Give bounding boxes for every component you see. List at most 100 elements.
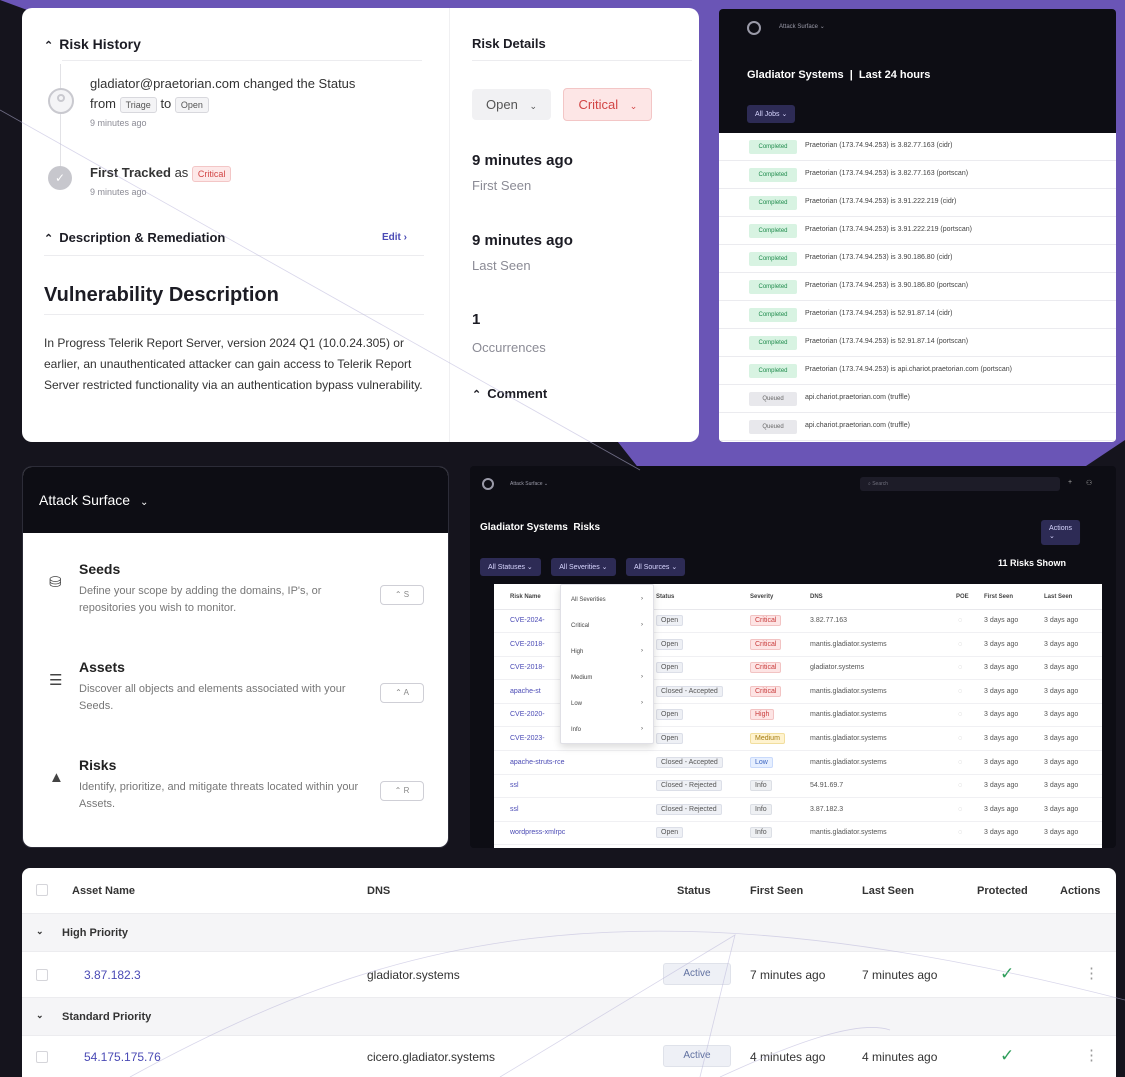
col-risk-name[interactable]: Risk Name bbox=[510, 594, 541, 600]
table-row[interactable]: ssl Closed - Rejected Info 3.87.182.3 ◌ 3 day… bbox=[494, 799, 1102, 822]
risk-name-link[interactable]: ssl bbox=[510, 782, 519, 789]
severity-dropdown[interactable]: Info bbox=[750, 803, 772, 815]
severity-dropdown[interactable]: Medium bbox=[750, 733, 785, 744]
status-dropdown[interactable]: Closed - Accepted bbox=[656, 685, 723, 697]
severity-dropdown[interactable]: Low bbox=[750, 756, 773, 768]
table-row[interactable]: ssl Closed - Rejected Info 54.91.69.7 ◌ 3 day… bbox=[494, 775, 1102, 799]
status-dropdown[interactable]: Open ⌄ bbox=[472, 89, 551, 120]
nav-item-risks[interactable]: ▲ Risks Identify, prioritize, and mitigate… bbox=[23, 755, 448, 835]
col-protected[interactable]: Protected bbox=[977, 885, 1028, 897]
severity-option[interactable]: Info › bbox=[561, 719, 653, 741]
col-status[interactable]: Status bbox=[677, 885, 711, 897]
col-poe[interactable]: POE bbox=[956, 594, 969, 600]
table-row[interactable]: Completed Praetorian (173.74.94.253) is 5… bbox=[719, 301, 1116, 329]
col-last-seen[interactable]: Last Seen bbox=[862, 885, 914, 897]
severity-dropdown[interactable]: High bbox=[750, 709, 775, 721]
table-row[interactable]: apache-struts-rce Closed - Accepted Low man… bbox=[494, 752, 1102, 775]
table-row[interactable]: Completed Praetorian (173.74.94.253) is 3… bbox=[719, 189, 1116, 217]
actions-button[interactable]: Actions ⌄ bbox=[1041, 520, 1080, 545]
group-row-high[interactable]: ⌄ High Priority bbox=[22, 914, 1116, 952]
search-input[interactable]: ⌕ Search bbox=[860, 477, 1060, 491]
table-row[interactable]: 3.87.182.3 gladiator.systems Active 7 mi… bbox=[22, 952, 1116, 998]
risk-name-link[interactable]: ssl bbox=[510, 806, 519, 813]
nav-item-seeds[interactable]: ⛁ Seeds Define your scope by adding the do… bbox=[23, 559, 448, 639]
col-actions[interactable]: Actions bbox=[1060, 885, 1100, 897]
col-dns[interactable]: DNS bbox=[367, 885, 390, 897]
nav-menu[interactable]: Attack Surface ⌄ bbox=[779, 23, 825, 30]
col-severity[interactable]: Severity bbox=[750, 594, 773, 600]
table-row[interactable]: Completed Praetorian (173.74.94.253) is 3… bbox=[719, 273, 1116, 301]
severity-dropdown[interactable]: Critical bbox=[750, 685, 782, 697]
severity-option[interactable]: All Severities › bbox=[561, 589, 653, 611]
status-dropdown[interactable]: Open bbox=[656, 615, 684, 626]
severity-dropdown[interactable]: Critical bbox=[750, 638, 782, 650]
logo-icon bbox=[482, 478, 494, 490]
status-dropdown[interactable]: Open bbox=[656, 733, 684, 744]
risk-name-link[interactable]: CVE-2018- bbox=[510, 641, 545, 648]
comment-header[interactable]: ⌃ Comment bbox=[472, 386, 547, 401]
severity-option[interactable]: Critical › bbox=[561, 615, 653, 637]
col-first-seen[interactable]: First Seen bbox=[750, 885, 803, 897]
kebab-menu-icon[interactable]: ⋮ bbox=[1084, 1046, 1099, 1064]
col-first-seen[interactable]: First Seen bbox=[984, 594, 1013, 600]
table-row[interactable]: Queued api.chariot.praetorian.com (truffl… bbox=[719, 413, 1116, 441]
col-dns[interactable]: DNS bbox=[810, 594, 823, 600]
severity-dropdown[interactable]: Critical bbox=[750, 662, 782, 674]
col-asset-name[interactable]: Asset Name bbox=[72, 885, 135, 897]
nav-item-assets[interactable]: ☰ Assets Discover all objects and elements… bbox=[23, 657, 448, 737]
severity-dropdown[interactable]: Critical bbox=[750, 615, 782, 626]
table-row[interactable]: Queued api.chariot.praetorian.com (truffl… bbox=[719, 385, 1116, 413]
status-dropdown[interactable]: Open bbox=[656, 638, 684, 650]
table-row[interactable]: 54.175.175.76 cicero.gladiator.systems A… bbox=[22, 1036, 1116, 1077]
risk-name-link[interactable]: apache-st bbox=[510, 688, 541, 695]
table-row[interactable]: Completed Praetorian (173.74.94.253) is 3… bbox=[719, 217, 1116, 245]
nav-menu[interactable]: Attack Surface ⌄ bbox=[510, 481, 548, 487]
edit-button[interactable]: Edit › bbox=[382, 232, 407, 243]
risk-name-link[interactable]: CVE-2024- bbox=[510, 617, 545, 624]
severity-dropdown[interactable]: Info bbox=[750, 780, 772, 792]
risk-history-header[interactable]: ⌃ Risk History bbox=[44, 36, 141, 52]
status-dropdown[interactable]: Open bbox=[656, 709, 684, 721]
description-header[interactable]: ⌃ Description & Remediation bbox=[44, 230, 225, 245]
risk-name-link[interactable]: wordpress-xmlrpc bbox=[510, 829, 565, 836]
attack-surface-header[interactable]: Attack Surface ⌄ bbox=[23, 467, 448, 533]
table-row[interactable]: Completed Praetorian (173.74.94.253) is 3… bbox=[719, 133, 1116, 161]
user-icon[interactable]: ⚇ bbox=[1086, 479, 1092, 487]
severity-option[interactable]: Low › bbox=[561, 693, 653, 715]
asset-link[interactable]: 54.175.175.76 bbox=[84, 1050, 161, 1064]
source-filter[interactable]: All Sources ⌄ bbox=[625, 558, 686, 576]
risk-name-link[interactable]: apache-struts-rce bbox=[510, 759, 564, 766]
severity-option[interactable]: Medium › bbox=[561, 667, 653, 689]
severity-pill-critical: Critical bbox=[191, 165, 232, 182]
status-dropdown[interactable]: Closed - Rejected bbox=[656, 780, 722, 792]
chevron-up-icon: ⌃ bbox=[44, 40, 54, 52]
table-row[interactable]: Completed Praetorian (173.74.94.253) is 3… bbox=[719, 245, 1116, 273]
risk-name-link[interactable]: CVE-2023- bbox=[510, 735, 545, 742]
table-row[interactable]: Completed Praetorian (173.74.94.253) is 3… bbox=[719, 161, 1116, 189]
status-dropdown[interactable]: Closed - Accepted bbox=[656, 756, 723, 768]
status-dropdown[interactable]: Open bbox=[656, 827, 684, 839]
severity-option[interactable]: High › bbox=[561, 641, 653, 663]
jobs-filter-button[interactable]: All Jobs ⌄ bbox=[747, 105, 796, 123]
risk-name-link[interactable]: CVE-2018- bbox=[510, 664, 545, 671]
col-status[interactable]: Status bbox=[656, 594, 674, 600]
table-row[interactable]: Completed Praetorian (173.74.94.253) is 5… bbox=[719, 329, 1116, 357]
col-last-seen[interactable]: Last Seen bbox=[1044, 594, 1072, 600]
severity-dropdown[interactable]: Info bbox=[750, 827, 772, 839]
vuln-body: In Progress Telerik Report Server, versi… bbox=[44, 336, 423, 392]
select-all-checkbox[interactable] bbox=[36, 884, 48, 896]
row-checkbox[interactable] bbox=[36, 969, 48, 981]
table-row[interactable]: Completed Praetorian (173.74.94.253) is a… bbox=[719, 357, 1116, 385]
status-dropdown[interactable]: Open bbox=[656, 662, 684, 674]
plus-icon[interactable]: + bbox=[1068, 479, 1072, 486]
kebab-menu-icon[interactable]: ⋮ bbox=[1084, 964, 1099, 982]
severity-dropdown[interactable]: Critical ⌄ bbox=[563, 88, 653, 121]
asset-link[interactable]: 3.87.182.3 bbox=[84, 968, 141, 982]
row-checkbox[interactable] bbox=[36, 1051, 48, 1063]
risk-name-link[interactable]: CVE-2020- bbox=[510, 711, 545, 718]
table-row[interactable]: wordpress-xmlrpc Open Info mantis.gladiator… bbox=[494, 822, 1102, 846]
status-dropdown[interactable]: Closed - Rejected bbox=[656, 803, 722, 815]
severity-filter[interactable]: All Severities ⌄ bbox=[551, 558, 616, 576]
group-row-standard[interactable]: ⌄ Standard Priority bbox=[22, 998, 1116, 1036]
status-filter[interactable]: All Statuses ⌄ bbox=[480, 558, 541, 576]
